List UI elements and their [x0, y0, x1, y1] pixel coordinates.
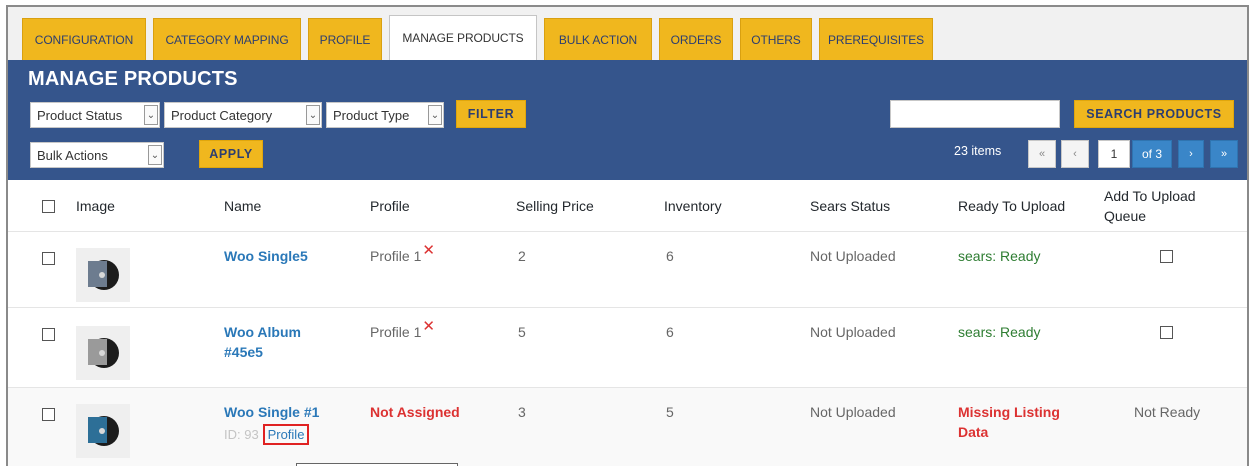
products-table: Image Name Profile Selling Price Invento… [8, 180, 1247, 466]
chevron-down-icon: ⌄ [144, 105, 158, 125]
manage-products-header: MANAGE PRODUCTS Product Status ⌄ Product… [8, 60, 1247, 180]
tab-category-mapping[interactable]: CATEGORY MAPPING [153, 18, 301, 60]
total-pages: of 3 [1132, 140, 1172, 168]
column-header-name[interactable]: Name [224, 196, 261, 216]
product-status-select[interactable]: Product Status ⌄ [30, 102, 160, 128]
chevron-down-icon: ⌄ [428, 105, 442, 125]
manage-products-frame: CONFIGURATION CATEGORY MAPPING PROFILE M… [6, 5, 1249, 466]
sears-status: Not Uploaded [810, 248, 896, 264]
profile-name: Profile 1 [370, 248, 422, 264]
product-name-link[interactable]: Woo Single #1 [224, 402, 319, 422]
row-checkbox[interactable] [42, 252, 55, 265]
search-input[interactable] [890, 100, 1060, 128]
column-header-inventory[interactable]: Inventory [664, 196, 722, 216]
table-row: Woo Album #45e5 Profile 1✕ 5 6 Not Uploa… [8, 308, 1247, 388]
upload-queue-checkbox[interactable] [1160, 326, 1173, 339]
filter-button[interactable]: FILTER [456, 100, 526, 128]
current-page-input[interactable]: 1 [1098, 140, 1130, 168]
profile-value: Profile 1✕ [370, 318, 435, 343]
row-actions: ID: 93 Profile [224, 424, 310, 445]
profile-not-assigned: Not Assigned [370, 404, 460, 420]
table-row: Woo Single5 Profile 1✕ 2 6 Not Uploaded … [8, 232, 1247, 308]
selling-price: 2 [518, 248, 526, 264]
product-name-link[interactable]: Woo Album #45e5 [224, 322, 334, 362]
upload-queue-status: Not Ready [1134, 404, 1201, 420]
column-header-upload-queue: Add To Upload Queue [1104, 188, 1196, 224]
column-header-image: Image [76, 198, 115, 214]
product-name-link[interactable]: Woo Single5 [224, 246, 308, 266]
selling-price: 5 [518, 324, 526, 340]
inventory-value: 5 [666, 404, 674, 420]
inventory-value: 6 [666, 324, 674, 340]
ready-status: Missing Listing Data [958, 404, 1060, 440]
profile-name: Profile 1 [370, 324, 422, 340]
profile-value: Profile 1✕ [370, 242, 435, 267]
tab-manage-products[interactable]: MANAGE PRODUCTS [389, 15, 537, 60]
remove-profile-icon[interactable]: ✕ [422, 318, 435, 335]
column-header-sears-status: Sears Status [810, 198, 891, 214]
tab-prerequisites[interactable]: PREREQUISITES [819, 18, 933, 60]
product-category-select[interactable]: Product Category ⌄ [164, 102, 322, 128]
apply-button[interactable]: APPLY [199, 140, 263, 168]
product-thumbnail[interactable] [76, 404, 130, 458]
last-page-button[interactable]: » [1210, 140, 1238, 168]
column-header-selling-price[interactable]: Selling Price [516, 196, 594, 216]
product-type-select[interactable]: Product Type ⌄ [326, 102, 444, 128]
items-count: 23 items [954, 144, 1002, 158]
bulk-actions-label: Bulk Actions [37, 147, 108, 163]
first-page-button[interactable]: « [1028, 140, 1056, 168]
tab-bulk-action[interactable]: BULK ACTION [544, 18, 652, 60]
product-category-label: Product Category [171, 107, 273, 123]
chevron-down-icon: ⌄ [306, 105, 320, 125]
select-all-checkbox[interactable] [42, 200, 55, 213]
product-thumbnail[interactable] [76, 326, 130, 380]
profile-action-link[interactable]: Profile [262, 424, 310, 445]
table-header-row: Image Name Profile Selling Price Invento… [8, 180, 1247, 232]
ready-status: sears: Ready [958, 324, 1041, 340]
ready-status: sears: Ready [958, 248, 1041, 264]
product-id: ID: 93 [224, 427, 259, 442]
column-header-profile: Profile [370, 198, 410, 214]
search-products-button[interactable]: SEARCH PRODUCTS [1074, 100, 1234, 128]
row-checkbox[interactable] [42, 408, 55, 421]
column-header-ready-to-upload: Ready To Upload [958, 198, 1066, 214]
product-status-label: Product Status [37, 107, 123, 123]
row-checkbox[interactable] [42, 328, 55, 341]
prev-page-button[interactable]: ‹ [1061, 140, 1089, 168]
tab-profile[interactable]: PROFILE [308, 18, 382, 60]
table-row: Woo Single #1 ID: 93 Profile Not Assigne… [8, 388, 1247, 466]
upload-queue-checkbox[interactable] [1160, 250, 1173, 263]
remove-profile-icon[interactable]: ✕ [422, 242, 435, 259]
sears-status: Not Uploaded [810, 324, 896, 340]
sears-status: Not Uploaded [810, 404, 896, 420]
tab-orders[interactable]: ORDERS [659, 18, 733, 60]
product-thumbnail[interactable] [76, 248, 130, 302]
tab-others[interactable]: OTHERS [740, 18, 812, 60]
chevron-down-icon: ⌄ [148, 145, 162, 165]
tab-configuration[interactable]: CONFIGURATION [22, 18, 146, 60]
inventory-value: 6 [666, 248, 674, 264]
next-page-button[interactable]: › [1178, 140, 1204, 168]
selling-price: 3 [518, 404, 526, 420]
product-type-label: Product Type [333, 107, 410, 123]
page-title: MANAGE PRODUCTS [28, 68, 238, 90]
tab-bar: CONFIGURATION CATEGORY MAPPING PROFILE M… [8, 7, 1247, 60]
bulk-actions-select[interactable]: Bulk Actions ⌄ [30, 142, 164, 168]
